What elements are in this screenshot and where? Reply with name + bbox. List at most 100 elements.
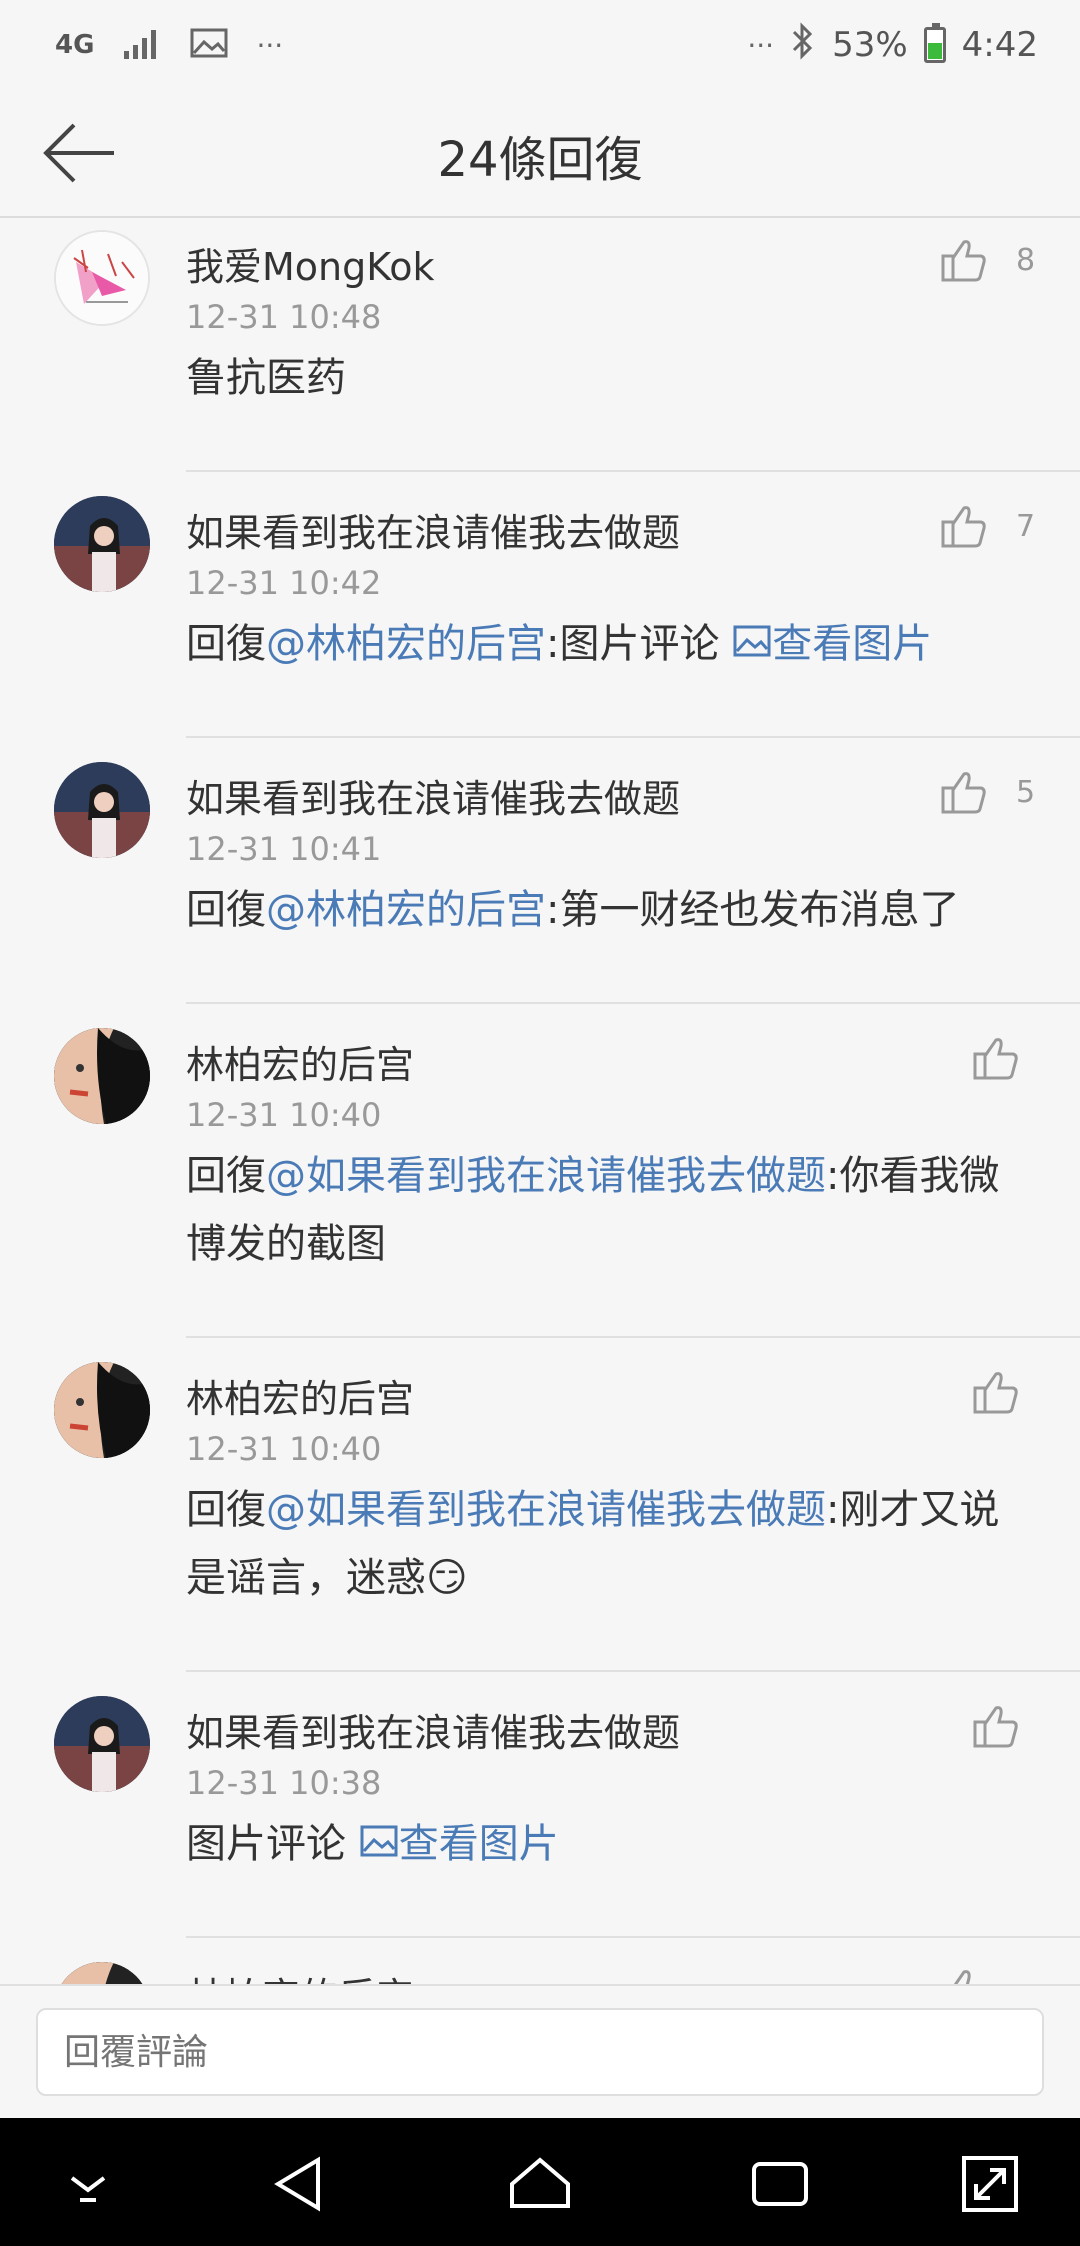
navigation-bar xyxy=(0,2118,1080,2246)
thumbs-up-icon xyxy=(973,1038,1018,1080)
view-image-link[interactable]: 查看图片 xyxy=(359,1821,559,1867)
like-count: 5 xyxy=(1016,774,1036,810)
comment-body: 鲁抗医药 xyxy=(186,344,1006,412)
comment-item: 如果看到我在浪请催我去做题 12-31 10:41 回復@林柏宏的后宫:第一财经… xyxy=(0,736,1080,1002)
divider xyxy=(186,736,1080,738)
hide-nav-button[interactable] xyxy=(56,2152,120,2216)
image-icon xyxy=(733,625,771,657)
comment-body: 回復@如果看到我在浪请催我去做题:你看我微博发的截图 xyxy=(186,1142,1006,1278)
like-button[interactable] xyxy=(940,1966,988,1984)
reply-prefix: 回復 xyxy=(186,1487,266,1533)
comment-body: 回復@林柏宏的后宫:第一财经也发布消息了 xyxy=(186,876,1006,944)
like-button[interactable]: 8 xyxy=(940,236,1035,284)
comment-body: 图片评论 查看图片 xyxy=(186,1810,1006,1878)
network-label: 4G xyxy=(55,30,95,60)
emoji: 😏 xyxy=(426,1555,468,1601)
thumbs-up-icon xyxy=(941,506,986,548)
reply-input[interactable] xyxy=(36,2008,1044,2096)
comment-username[interactable]: 林柏宏的后宫 xyxy=(186,1368,414,1423)
status-left-group: 4G ··· xyxy=(55,22,283,68)
comment-text: 鲁抗医药 xyxy=(186,355,346,401)
comment-item: 林柏宏的后宫 12-31 10:40 回復@如果看到我在浪请催我去做题:刚才又说… xyxy=(0,1336,1080,1670)
comment-time: 12-31 10:41 xyxy=(186,830,382,868)
divider xyxy=(186,470,1080,472)
divider xyxy=(186,1670,1080,1672)
like-count: 8 xyxy=(1016,242,1036,278)
image-icon xyxy=(360,1825,398,1857)
like-button[interactable] xyxy=(972,1368,1020,1416)
reply-prefix: 回復 xyxy=(186,887,266,933)
like-button[interactable]: 5 xyxy=(940,768,1035,816)
comment-text: 图片评论 xyxy=(186,1821,359,1867)
like-button[interactable] xyxy=(972,1702,1020,1750)
like-button[interactable]: 7 xyxy=(940,502,1035,550)
avatar[interactable] xyxy=(54,1696,150,1792)
thumbs-up-icon xyxy=(973,1372,1018,1414)
view-image-label: 查看图片 xyxy=(398,1821,559,1867)
comment-item: 我爱MongKok 12-31 10:48 鲁抗医药 8 xyxy=(0,218,1080,470)
nav-expand-button[interactable] xyxy=(958,2152,1022,2216)
mention-link[interactable]: @如果看到我在浪请催我去做题 xyxy=(266,1153,826,1199)
thumbs-up-icon xyxy=(941,240,986,282)
comment-time: 12-31 10:48 xyxy=(186,298,382,336)
clock: 4:42 xyxy=(961,25,1038,65)
page-title: 24條回復 xyxy=(437,132,643,188)
comment-time: 12-31 10:40 xyxy=(186,1096,382,1134)
avatar[interactable] xyxy=(54,762,150,858)
comment-time: 12-31 10:38 xyxy=(186,1764,382,1802)
comment-time: 12-31 10:42 xyxy=(186,564,382,602)
avatar[interactable] xyxy=(54,1028,150,1124)
divider xyxy=(186,1936,1080,1938)
battery-percent: 53% xyxy=(832,25,908,65)
status-bar: 4G ··· ··· 53% 4:42 xyxy=(0,0,1080,90)
comment-item: 如果看到我在浪请催我去做题 12-31 10:38 图片评论 查看图片 xyxy=(0,1670,1080,1936)
comment-text: :图片评论 xyxy=(546,621,733,667)
comment-body: 回復@如果看到我在浪请催我去做题:刚才又说是谣言，迷惑😏 xyxy=(186,1476,1006,1612)
reply-prefix: 回復 xyxy=(186,1153,266,1199)
back-triangle-icon xyxy=(274,2156,320,2212)
comment-text: :第一财经也发布消息了 xyxy=(546,887,960,933)
comment-item: 如果看到我在浪请催我去做题 12-31 10:42 回復@林柏宏的后宫:图片评论… xyxy=(0,470,1080,736)
status-more-right: ··· xyxy=(747,28,775,62)
comment-username[interactable]: 我爱MongKok xyxy=(186,236,435,291)
thumbs-up-icon xyxy=(953,1970,971,1984)
battery-icon xyxy=(923,23,946,63)
status-more-left: ··· xyxy=(256,28,284,62)
home-icon xyxy=(510,2157,570,2208)
battery-level xyxy=(927,43,942,59)
comment-username[interactable]: 如果看到我在浪请催我去做题 xyxy=(186,768,680,823)
comment-list[interactable]: 我爱MongKok 12-31 10:48 鲁抗医药 8 如果看到我在浪请催我去… xyxy=(0,218,1080,1984)
avatar[interactable] xyxy=(54,1362,150,1458)
comment-username[interactable]: 如果看到我在浪请催我去做题 xyxy=(186,1702,680,1757)
signal-icon xyxy=(122,27,162,63)
recents-icon xyxy=(752,2162,808,2206)
avatar[interactable] xyxy=(54,230,150,326)
thumbs-up-icon xyxy=(973,1706,1018,1748)
view-image-link[interactable]: 查看图片 xyxy=(732,621,932,667)
like-button[interactable] xyxy=(972,1034,1020,1082)
avatar[interactable] xyxy=(54,496,150,592)
avatar[interactable] xyxy=(54,1962,150,1984)
comment-username[interactable]: 林柏宏的后宫 xyxy=(186,1966,414,1984)
mention-link[interactable]: @如果看到我在浪请催我去做题 xyxy=(266,1487,826,1533)
view-image-label: 查看图片 xyxy=(772,621,933,667)
comment-time: 12-31 10:40 xyxy=(186,1430,382,1468)
nav-recents-button[interactable] xyxy=(748,2152,812,2216)
chevron-down-icon xyxy=(70,2176,106,2202)
nav-back-button[interactable] xyxy=(268,2152,332,2216)
bluetooth-icon xyxy=(790,21,816,69)
nav-home-button[interactable] xyxy=(508,2152,572,2216)
mention-link[interactable]: @林柏宏的后宫 xyxy=(266,887,546,933)
divider xyxy=(186,1336,1080,1338)
mention-link[interactable]: @林柏宏的后宫 xyxy=(266,621,546,667)
like-count: 7 xyxy=(1016,508,1036,544)
comment-item: 林柏宏的后宫 12-31 10:40 回復@如果看到我在浪请催我去做题:你看我微… xyxy=(0,1002,1080,1336)
comment-username[interactable]: 如果看到我在浪请催我去做题 xyxy=(186,502,680,557)
header: 24條回復 xyxy=(0,90,1080,218)
comment-body: 回復@林柏宏的后宫:图片评论 查看图片 xyxy=(186,610,1006,678)
expand-icon xyxy=(962,2156,1018,2212)
comment-item: 林柏宏的后宫 xyxy=(0,1936,1080,1984)
comment-username[interactable]: 林柏宏的后宫 xyxy=(186,1034,414,1089)
status-right-group: ··· 53% 4:42 xyxy=(747,21,1038,69)
reply-bar xyxy=(0,1984,1080,2118)
